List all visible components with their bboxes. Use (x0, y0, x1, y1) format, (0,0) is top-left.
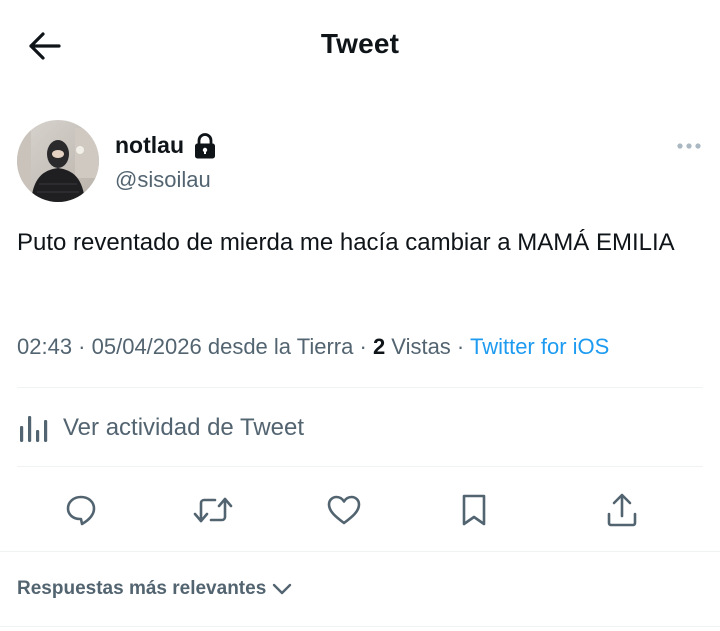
tweet-source-link[interactable]: Twitter for iOS (470, 334, 609, 359)
reply-button[interactable] (59, 486, 103, 534)
replies-sort-label: Respuestas más relevantes (17, 578, 267, 599)
replies-sort-button[interactable]: Respuestas más relevantes (17, 578, 292, 600)
meta-separator: · (353, 334, 373, 359)
top-bar: Tweet (0, 0, 720, 92)
chevron-down-icon (272, 582, 292, 596)
retweet-icon (193, 493, 233, 527)
share-icon (605, 492, 639, 528)
tweet-time[interactable]: 02:43 (17, 334, 72, 359)
divider (0, 551, 720, 552)
divider (0, 626, 720, 627)
lock-icon (194, 132, 216, 159)
tweet-author: notlau @sisoilau (17, 120, 707, 204)
divider (17, 466, 703, 467)
tweet-metadata: 02:43 · 05/04/2026 desde la Tierra · 2 V… (17, 334, 717, 360)
more-horizontal-icon (676, 142, 702, 150)
tweet-action-bar (0, 486, 720, 534)
more-options-button[interactable] (671, 136, 707, 156)
share-button[interactable] (600, 486, 644, 534)
retweet-button[interactable] (191, 486, 235, 534)
reply-icon (64, 493, 98, 527)
meta-separator: · (450, 334, 470, 359)
bookmark-button[interactable] (452, 486, 496, 534)
heart-icon (326, 494, 362, 526)
like-button[interactable] (322, 486, 366, 534)
views-count: 2 (372, 334, 386, 359)
tweet-activity-label: Ver actividad de Tweet (63, 414, 305, 441)
display-name-link[interactable]: notlau (115, 132, 216, 159)
user-handle[interactable]: @sisoilau (115, 167, 211, 193)
display-name: notlau (115, 132, 184, 158)
tweet-location: desde la Tierra (201, 334, 354, 359)
bookmark-icon (459, 493, 489, 527)
divider (17, 387, 703, 388)
meta-separator: · (72, 334, 92, 359)
views-label: Vistas (385, 334, 451, 359)
page-title: Tweet (320, 28, 400, 59)
tweet-date[interactable]: 05/04/2026 (92, 334, 202, 359)
bar-chart-icon (17, 412, 49, 444)
tweet-activity-button[interactable]: Ver actividad de Tweet (17, 406, 703, 450)
avatar[interactable] (17, 120, 99, 202)
tweet-text: Puto reventado de mierda me hacía cambia… (17, 229, 675, 256)
